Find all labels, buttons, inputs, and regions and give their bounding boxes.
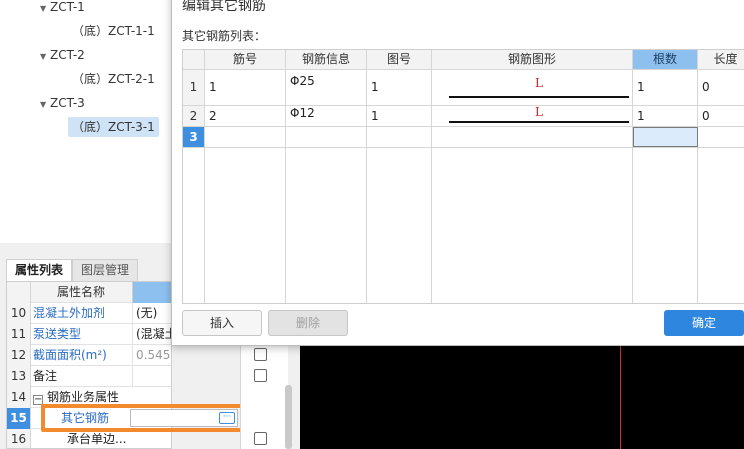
row-number: 14 [7,387,31,408]
tree-node-zct-1-1[interactable]: （底）ZCT-1-1 [72,21,155,41]
property-value[interactable]: (无) [132,303,171,324]
tree-node-zct-1[interactable]: ▼ ZCT-1 [40,0,85,17]
annotation-highlight-box [41,404,246,432]
expand-caret-icon[interactable]: ▼ [40,47,50,67]
tree-node-zct-3-1[interactable]: （底）ZCT-3-1 [68,117,159,137]
cell-length[interactable]: 0 [699,80,710,94]
header-count[interactable]: 根数 [633,50,698,70]
selected-count-cell[interactable] [633,127,698,147]
checkbox[interactable] [254,369,267,382]
property-grid-header: 属性名称 [7,282,171,303]
tab-property-list[interactable]: 属性列表 [6,259,73,281]
tree-node-label: （底）ZCT-3-1 [72,120,155,134]
cell-count[interactable]: 1 [634,80,645,94]
column-header-name: 属性名称 [57,285,106,299]
cell-length[interactable]: 0 [699,109,710,123]
property-name: 泵送类型 [33,327,82,341]
canvas-axis-line [620,346,621,449]
property-row[interactable]: 16 承台单边... [7,429,171,448]
tree-node-zct-2-1[interactable]: （底）ZCT-2-1 [72,69,155,89]
header-length[interactable]: 长度 [698,50,744,70]
cell-figure-no[interactable]: 1 [368,80,379,94]
cell-count[interactable]: 1 [634,109,645,123]
row-number-header [183,50,205,70]
table-row-current[interactable]: 3 [183,127,744,148]
property-tabs: 属性列表 图层管理 [6,259,139,281]
rebar-list-label: 其它钢筋列表： [182,29,267,43]
row-number-header [7,282,31,303]
header-rebar-shape[interactable]: 钢筋图形 [432,50,633,70]
row-number: 12 [7,345,31,366]
tree-node-zct-3[interactable]: ▼ ZCT-3 [40,93,85,113]
checkbox[interactable] [254,348,267,361]
tab-layer-management[interactable]: 图层管理 [72,259,139,281]
insert-button[interactable]: 插入 [182,310,262,336]
row-number: 13 [7,366,31,387]
tree-node-zct-2[interactable]: ▼ ZCT-2 [40,45,85,65]
tree-node-label: ZCT-3 [50,96,85,110]
row-number: 15 [7,408,31,429]
header-figure-no[interactable]: 图号 [367,50,432,70]
property-row[interactable]: 13 备注 [7,366,171,387]
table-row[interactable]: 2 2 Φ12 1 L 1 0 [183,104,744,127]
drawing-canvas[interactable] [300,346,744,449]
row-number: 16 [7,429,31,448]
cell-rebar-info[interactable]: Φ12 [287,106,315,120]
checkbox[interactable] [254,432,267,445]
cell-figure-no[interactable]: 1 [368,109,379,123]
property-name: 钢筋业务属性 [47,390,120,404]
property-row[interactable]: 11 泵送类型 (混凝土 [7,324,171,345]
property-name: 备注 [33,369,58,383]
ok-button[interactable]: 确定 [664,310,744,336]
tree-node-label: ZCT-2 [50,48,85,62]
property-row[interactable]: 10 混凝土外加剂 (无) [7,303,171,324]
shape-label: L [535,76,543,90]
property-scrollbar[interactable] [285,385,292,449]
property-value[interactable]: (混凝土 [132,324,171,345]
rebar-shape-figure[interactable]: L [449,74,629,102]
tree-node-label: （底）ZCT-2-1 [72,72,155,86]
cell-bar-no[interactable]: 1 [206,80,217,94]
rebar-line-icon [449,96,629,98]
tree-node-label: （底）ZCT-1-1 [72,24,155,38]
header-rebar-info[interactable]: 钢筋信息 [286,50,367,70]
component-tree: ▼ ZCT-1 （底）ZCT-1-1 ▼ ZCT-2 （底）ZCT-2-1 ▼ ZCT… [0,0,172,243]
row-number: 3 [183,127,205,147]
expand-caret-icon[interactable]: ▼ [40,0,50,19]
cell-rebar-info[interactable]: Φ25 [287,74,315,88]
property-row[interactable]: 12 截面面积(m²) 0.545 [7,345,171,366]
header-bar-no[interactable]: 筋号 [205,50,286,70]
row-number: 2 [183,106,205,126]
property-name: 承台单边... [67,432,127,446]
shape-label: L [535,105,543,119]
column-header-value[interactable] [132,282,171,303]
row-number: 11 [7,324,31,345]
table-row[interactable]: 1 1 Φ25 1 L 1 0 [183,70,744,106]
rebar-shape-figure[interactable]: L [449,104,629,126]
property-name: 截面面积(m²) [33,348,107,362]
property-value[interactable] [132,366,171,387]
rebar-line-icon [449,121,629,123]
cell-bar-no[interactable]: 2 [206,109,217,123]
expand-caret-icon[interactable]: ▼ [40,95,50,115]
tree-node-label: ZCT-1 [50,0,85,14]
row-number: 1 [183,70,205,105]
row-number: 10 [7,303,31,324]
property-value[interactable]: 0.545 [132,345,171,366]
edit-other-rebar-dialog: 编辑其它钢筋 其它钢筋列表： 筋号 钢筋信息 图号 钢筋图形 根数 长度 1 1… [171,0,744,346]
delete-button[interactable]: 删除 [268,310,348,336]
property-name: 混凝土外加剂 [33,306,106,320]
rebar-table: 筋号 钢筋信息 图号 钢筋图形 根数 长度 1 1 Φ25 1 L 1 0 2 … [182,49,744,304]
dialog-title: 编辑其它钢筋 [182,0,266,14]
